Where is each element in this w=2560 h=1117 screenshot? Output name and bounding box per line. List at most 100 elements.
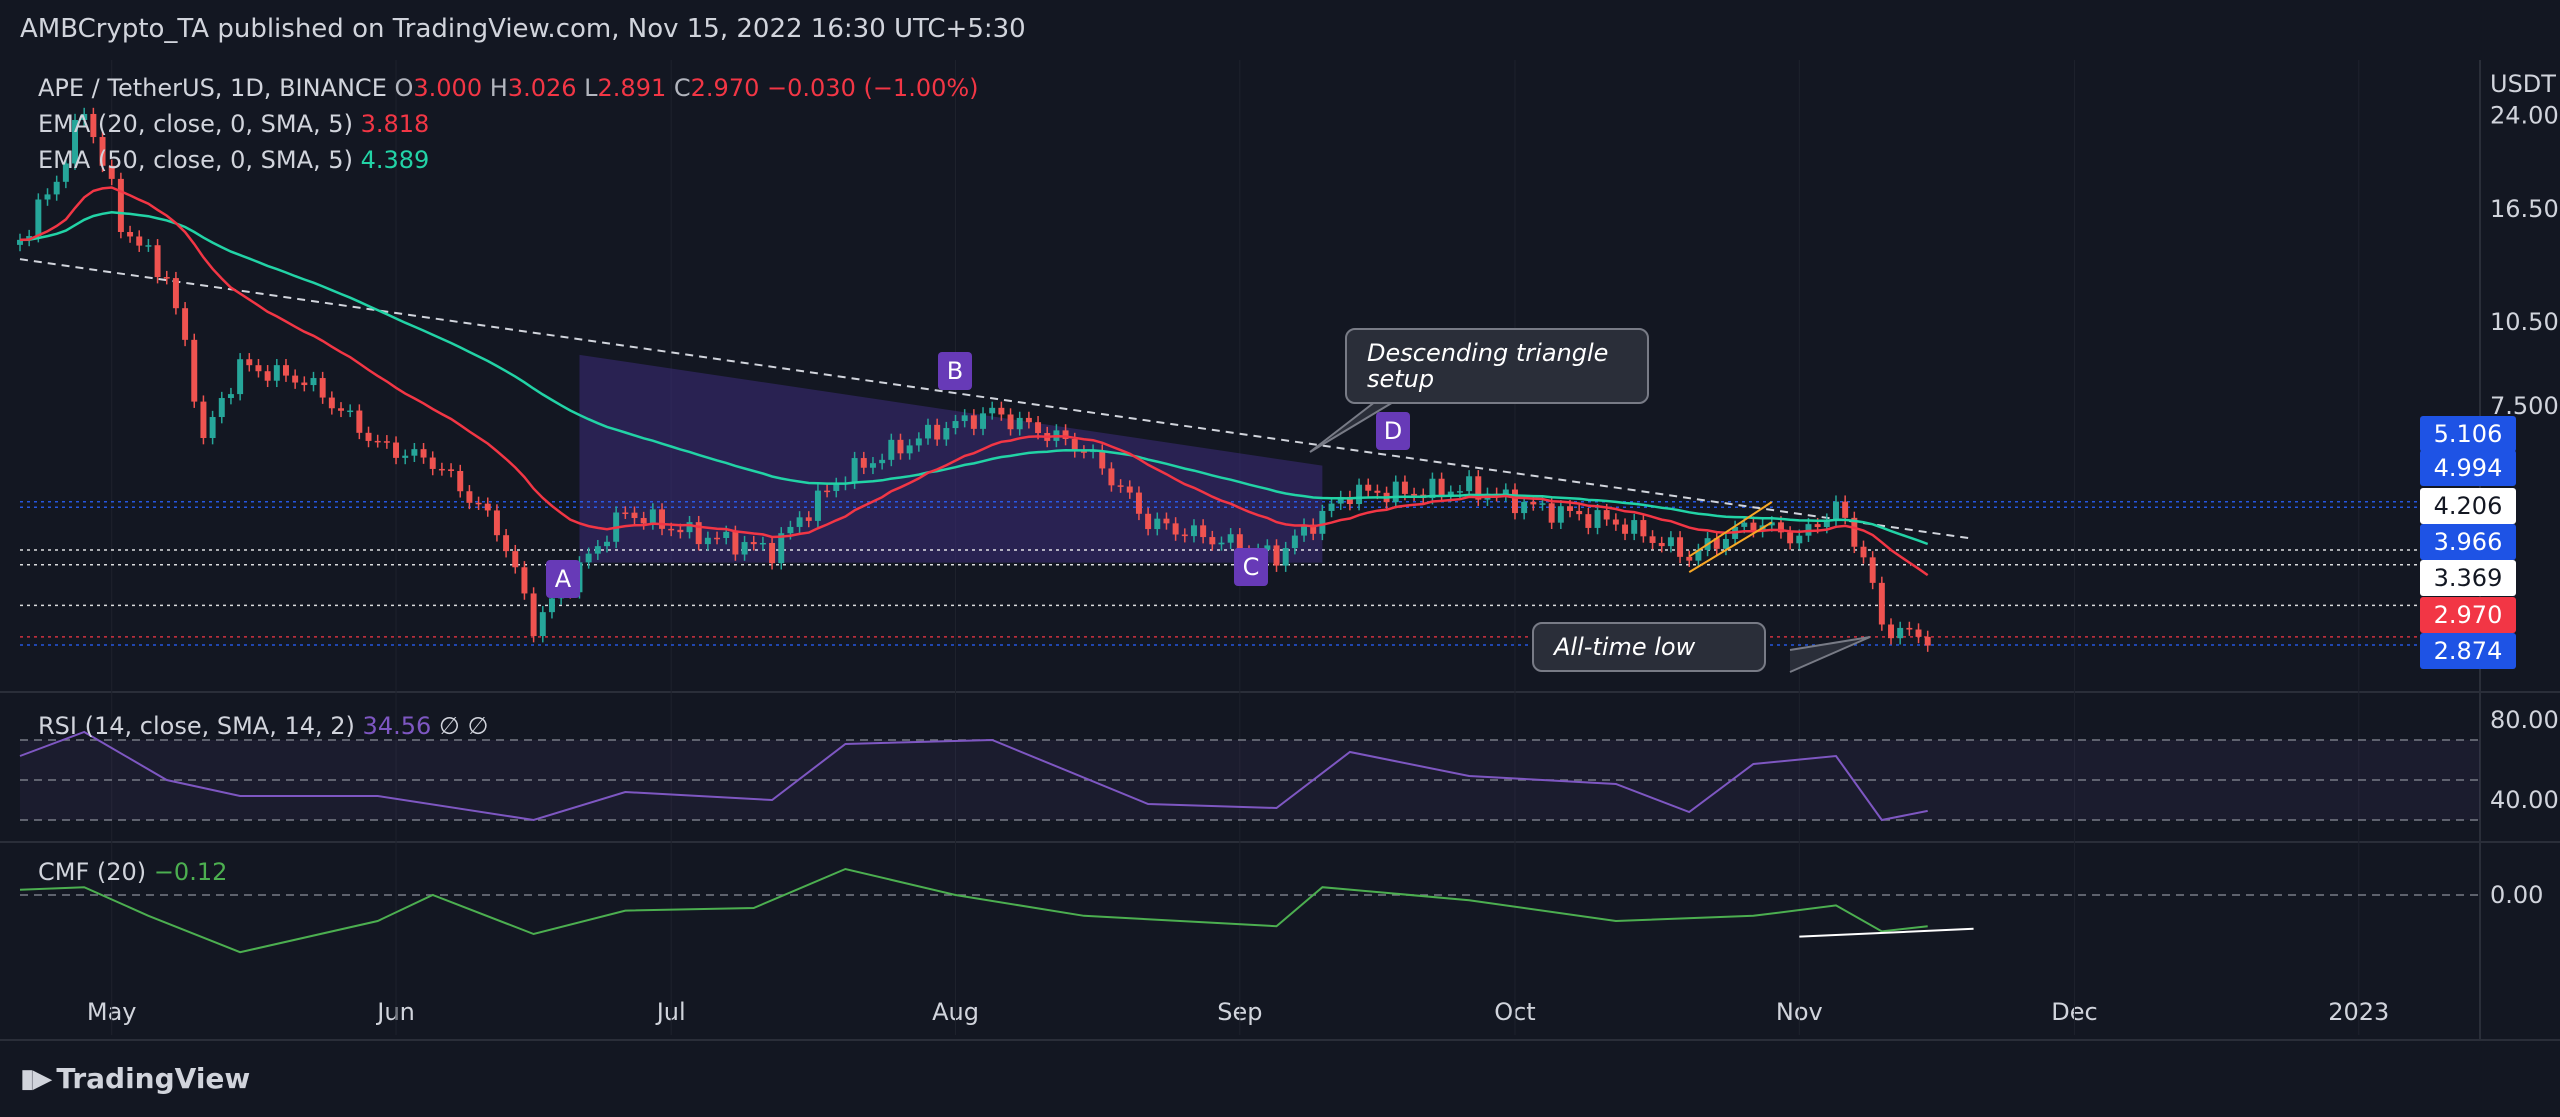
change-value: −0.030 (−1.00%) <box>767 74 979 102</box>
candle-body <box>1924 636 1931 646</box>
candle-body <box>897 439 904 454</box>
candle-body <box>127 231 134 237</box>
candle-body <box>952 421 959 429</box>
candle-body <box>851 458 858 483</box>
candle-body <box>677 529 684 533</box>
candle-body <box>44 194 51 200</box>
candle-body <box>1099 450 1106 469</box>
candle-body <box>906 445 913 454</box>
candle-body <box>548 598 555 613</box>
tradingview-logo[interactable]: ▮▶ TradingView <box>20 1062 250 1095</box>
candle-body <box>1108 468 1115 486</box>
y-tick-label: 16.500 <box>2490 195 2560 223</box>
candle-body <box>310 378 317 386</box>
candle-body <box>1200 525 1207 538</box>
candle-body <box>649 509 656 524</box>
candle-body <box>1612 519 1619 525</box>
brand-name: TradingView <box>56 1062 251 1095</box>
candle-body <box>154 245 161 278</box>
callout-pointer <box>1789 636 1871 673</box>
candle-body <box>750 542 757 545</box>
candle-body <box>989 407 996 414</box>
low-value: 2.891 <box>597 74 667 102</box>
candle-body <box>1145 513 1152 530</box>
candle-body <box>493 510 500 536</box>
candle-body <box>53 181 60 195</box>
candle-body <box>448 469 455 471</box>
candle-body <box>429 457 436 469</box>
candle-body <box>319 378 326 398</box>
candle-body <box>411 449 418 456</box>
candle-body <box>1328 503 1335 511</box>
candle-body <box>438 468 445 471</box>
candle-body <box>503 535 510 552</box>
candle-body <box>1796 535 1803 544</box>
candle-body <box>1897 627 1904 639</box>
ema20-legend[interactable]: EMA (20, close, 0, SMA, 5) 3.818 <box>38 110 429 138</box>
publish-header: AMBCrypto_TA published on TradingView.co… <box>20 14 1026 44</box>
candle-body <box>943 428 950 440</box>
candle-body <box>594 546 601 554</box>
candle-body <box>1273 545 1280 566</box>
candle-body <box>347 410 354 413</box>
ema50-legend[interactable]: EMA (50, close, 0, SMA, 5) 4.389 <box>38 146 429 174</box>
y-unit-label: USDT <box>2490 70 2556 98</box>
candle-body <box>1035 422 1042 434</box>
rsi-extra: ∅ ∅ <box>438 712 489 740</box>
candle-body <box>1163 518 1170 524</box>
candle-body <box>1915 629 1922 637</box>
candle-body <box>420 449 427 458</box>
candle-body <box>227 394 234 399</box>
candle-body <box>980 413 987 429</box>
candle-body <box>1392 481 1399 503</box>
candle-body <box>1906 627 1913 630</box>
candle-body <box>1722 538 1729 549</box>
candle-body <box>998 407 1005 415</box>
candle-body <box>814 490 821 521</box>
candle-body <box>1649 536 1656 543</box>
candle-body <box>1117 485 1124 487</box>
candle-body <box>915 438 922 446</box>
rsi-tick-label: 40.00 <box>2490 786 2559 814</box>
price-tag: 3.966 <box>2420 524 2516 560</box>
candle-body <box>521 567 528 594</box>
candle-body <box>1511 489 1518 514</box>
candle-body <box>604 541 610 547</box>
candle-body <box>1172 523 1179 535</box>
cmf-legend[interactable]: CMF (20) −0.12 <box>38 858 227 886</box>
price-tag: 2.874 <box>2420 633 2516 669</box>
candle-body <box>163 277 170 279</box>
candle-body <box>1374 490 1381 493</box>
candle-body <box>1631 520 1638 534</box>
candle-body <box>723 531 730 539</box>
candle-body <box>117 178 124 232</box>
candle-body <box>925 424 931 439</box>
candle-body <box>1227 534 1234 543</box>
candle-body <box>1750 522 1757 532</box>
candle-body <box>1622 524 1629 534</box>
open-value: 3.000 <box>413 74 483 102</box>
candle-body <box>530 593 537 637</box>
candle-body <box>218 398 225 418</box>
candle-body <box>383 441 390 443</box>
point-badge-c: C <box>1234 548 1268 586</box>
candle-body <box>1576 510 1583 515</box>
candle-body <box>869 463 876 468</box>
candle-body <box>1521 501 1528 514</box>
ema20-value: 3.818 <box>360 110 430 138</box>
candle-body <box>1291 535 1298 549</box>
current-price-tag: 2.970 <box>2420 597 2516 633</box>
y-tick-label: 24.000 <box>2490 102 2560 130</box>
candle-body <box>659 509 665 529</box>
candle-body <box>292 375 299 383</box>
candle-body <box>200 401 207 439</box>
rsi-legend[interactable]: RSI (14, close, SMA, 14, 2) 34.56 ∅ ∅ <box>38 712 488 740</box>
candle-body <box>484 503 491 511</box>
candle-body <box>1401 481 1408 494</box>
candle-body <box>622 512 629 514</box>
candle-body <box>1603 510 1610 520</box>
candle-body <box>264 371 271 381</box>
price-tag: 3.369 <box>2420 560 2516 596</box>
point-badge-a: A <box>546 560 580 598</box>
candle-body <box>824 490 831 493</box>
